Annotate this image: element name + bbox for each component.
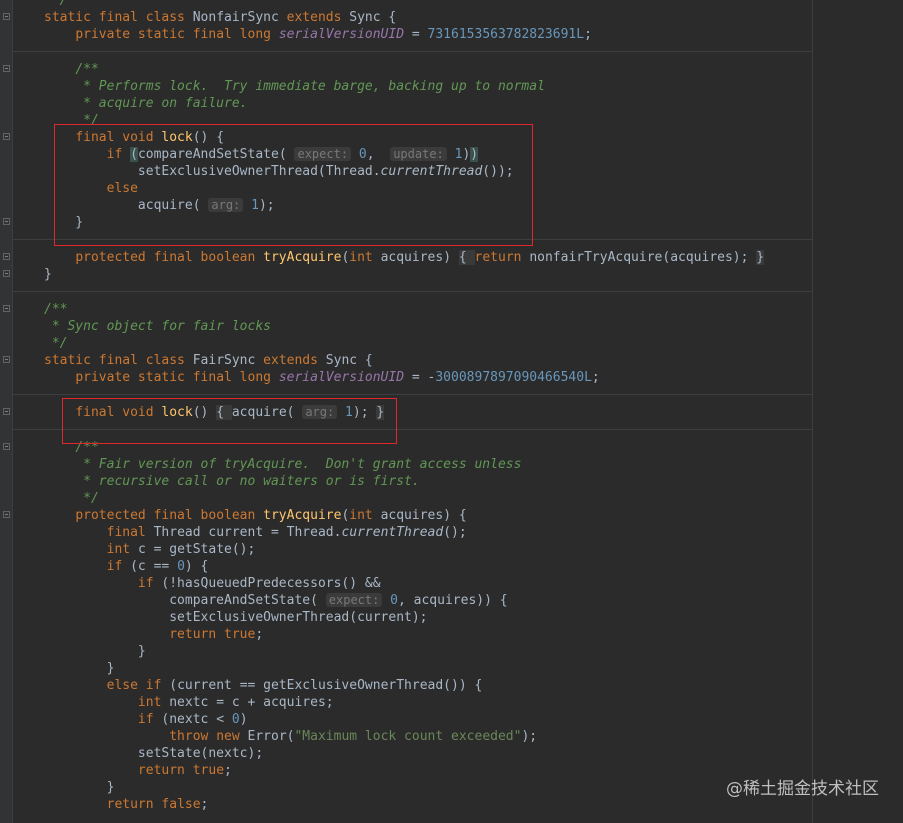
code-text: return false; [106,797,209,812]
fold-toggle-icon[interactable] [3,511,10,518]
code-text: } [44,644,146,659]
code-line[interactable]: */ [0,490,903,507]
code-text: setExclusiveOwnerThread(current); [44,610,428,625]
code-text: * acquire on failure. [44,96,248,111]
fold-toggle-icon[interactable] [3,305,10,312]
code-text: protected final boolean tryAcquire(int a… [75,508,467,523]
code-line[interactable]: setExclusiveOwnerThread(current); [0,609,903,626]
code-text: if (c == 0) { [106,559,209,574]
code-text: return true; [137,763,232,778]
code-text: * recursive call or no waiters or is fir… [44,474,420,489]
code-line[interactable]: protected final boolean tryAcquire(int a… [0,507,903,524]
code-text: /** [75,62,99,77]
code-line[interactable]: return true; [0,626,903,643]
code-text: static final class NonfairSync extends S… [44,10,397,25]
code-line[interactable]: if (!hasQueuedPredecessors() && [0,575,903,592]
code-line[interactable]: int c = getState(); [0,541,903,558]
code-text: } [44,661,115,676]
fold-toggle-icon[interactable] [3,65,10,72]
code-line[interactable]: /** [0,61,903,78]
code-line[interactable]: } [0,643,903,660]
code-text: int nextc = c + acquires; [137,695,334,710]
code-text: } [44,267,52,282]
code-line[interactable]: private static final long serialVersionU… [0,369,903,386]
code-line[interactable]: /** [0,301,903,318]
method-separator [12,394,812,395]
code-line[interactable]: */ [0,0,903,9]
code-text: return true; [169,627,264,642]
fold-toggle-icon[interactable] [3,270,10,277]
code-line[interactable]: * Sync object for fair locks [0,318,903,335]
code-text: if (nextc < 0) [137,712,248,727]
fold-toggle-icon[interactable] [3,13,10,20]
code-line[interactable]: final Thread current = Thread.currentThr… [0,524,903,541]
code-line[interactable]: setState(nextc); [0,745,903,762]
code-line[interactable]: } [0,266,903,283]
code-line[interactable]: else if (current == getExclusiveOwnerThr… [0,677,903,694]
code-text: private static final long serialVersionU… [75,370,600,385]
code-line[interactable]: protected final boolean tryAcquire(int a… [0,249,903,266]
method-separator [12,291,812,292]
method-separator [12,51,812,52]
highlight-box-nonfair-lock [54,124,533,246]
code-text: /** [44,302,68,317]
fold-toggle-icon[interactable] [3,218,10,225]
code-text: private static final long serialVersionU… [75,27,592,42]
code-line[interactable]: * Performs lock. Try immediate barge, ba… [0,78,903,95]
code-text: compareAndSetState( expect: 0, acquires)… [44,593,508,608]
code-line[interactable]: int nextc = c + acquires; [0,694,903,711]
code-line[interactable]: */ [0,335,903,352]
code-line[interactable]: static final class FairSync extends Sync… [0,352,903,369]
code-text: throw new Error("Maximum lock count exce… [169,729,538,744]
code-line[interactable]: if (nextc < 0) [0,711,903,728]
fold-toggle-icon[interactable] [3,408,10,415]
code-line[interactable]: * acquire on failure. [0,95,903,112]
code-text: setState(nextc); [44,746,264,761]
fold-toggle-icon[interactable] [3,133,10,140]
code-line[interactable]: static final class NonfairSync extends S… [0,9,903,26]
code-text: * Sync object for fair locks [44,319,271,334]
code-line[interactable]: * Fair version of tryAcquire. Don't gran… [0,456,903,473]
watermark: @稀土掘金技术社区 [726,779,879,799]
code-line[interactable]: } [0,660,903,677]
code-line[interactable]: throw new Error("Maximum lock count exce… [0,728,903,745]
code-editor[interactable]: */ static final class NonfairSync extends… [0,0,903,823]
code-text: protected final boolean tryAcquire(int a… [75,250,765,265]
code-text: * Fair version of tryAcquire. Don't gran… [44,457,522,472]
code-line[interactable]: * recursive call or no waiters or is fir… [0,473,903,490]
fold-toggle-icon[interactable] [3,443,10,450]
code-text: static final class FairSync extends Sync… [44,353,373,368]
code-text: int c = getState(); [106,542,256,557]
code-text: } [44,780,115,795]
code-text: * Performs lock. Try immediate barge, ba… [44,79,545,94]
code-text: */ [44,491,99,506]
fold-toggle-icon[interactable] [3,253,10,260]
highlight-box-fair-lock [62,398,397,444]
code-text: if (!hasQueuedPredecessors() && [137,576,381,591]
code-text: */ [44,336,68,351]
code-text: */ [44,0,68,8]
code-line[interactable]: private static final long serialVersionU… [0,26,903,43]
code-text: final Thread current = Thread.currentThr… [106,525,467,540]
code-line[interactable]: compareAndSetState( expect: 0, acquires)… [0,592,903,609]
code-text: else if (current == getExclusiveOwnerThr… [106,678,483,693]
code-line[interactable]: if (c == 0) { [0,558,903,575]
fold-toggle-icon[interactable] [3,356,10,363]
